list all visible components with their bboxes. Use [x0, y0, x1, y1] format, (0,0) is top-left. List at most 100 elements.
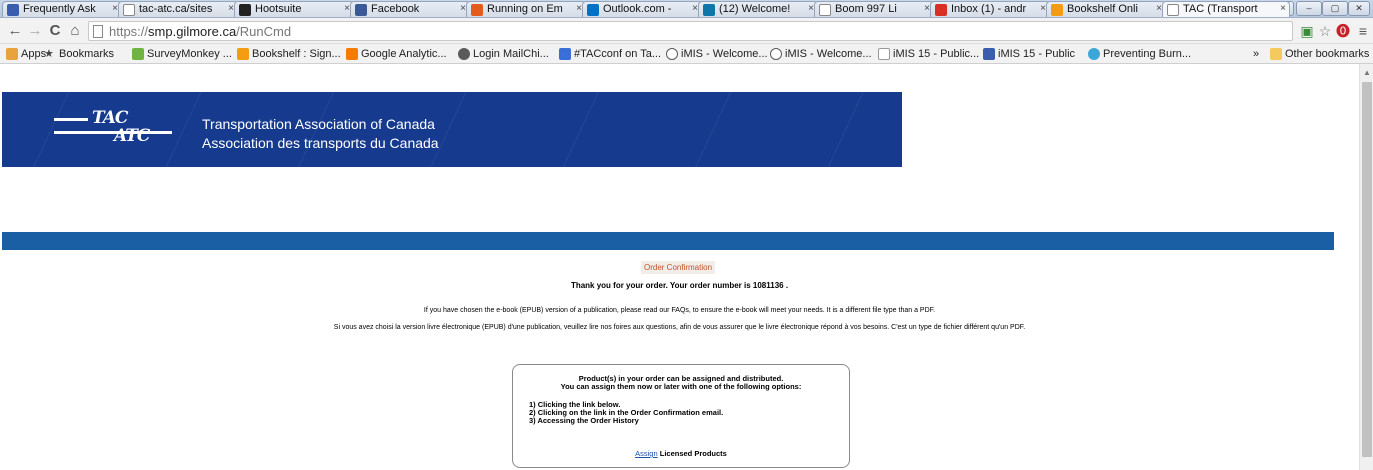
browser-tab[interactable]: (12) Welcome! ×	[698, 1, 818, 17]
tab-title: Frequently Ask	[23, 3, 96, 15]
tab-title: Boom 997 Li	[835, 3, 897, 15]
logo-line	[54, 118, 88, 121]
bookmark-item[interactable]: iMIS - Welcome...	[666, 47, 768, 61]
tac-atc-logo[interactable]: TAC ATC	[54, 108, 174, 146]
org-name-fr: Association des transports du Canada	[202, 135, 439, 151]
tab-favicon-icon	[1051, 4, 1063, 16]
bookmark-label: #TACconf on Ta...	[574, 48, 662, 60]
forward-arrow-icon[interactable]: →	[26, 22, 44, 40]
back-arrow-icon[interactable]: ←	[6, 22, 24, 40]
bookmark-label: iMIS - Welcome...	[785, 48, 872, 60]
assign-footer: Assign Licensed Products	[513, 449, 849, 458]
bookmark-label: Preventing Burn...	[1103, 48, 1192, 60]
url-host: smp.gilmore.ca	[148, 24, 237, 39]
browser-tab[interactable]: Boom 997 Li ×	[814, 1, 934, 17]
tab-title: Running on Em	[487, 3, 563, 15]
mailchimp-icon	[458, 48, 470, 60]
bookmarks-overflow-chevron-icon[interactable]: »	[1253, 47, 1259, 61]
navigation-bar	[2, 232, 1334, 250]
reload-icon[interactable]: C	[46, 22, 64, 40]
bookmark-label: Bookshelf : Sign...	[252, 48, 341, 60]
bookmark-label: Apps	[21, 48, 47, 60]
extension-icon[interactable]: ▣	[1298, 22, 1316, 40]
tab-title: tac-atc.ca/sites	[139, 3, 213, 15]
close-window-icon[interactable]: ✕	[1348, 1, 1370, 16]
bookmarks-bar: Apps ★ Bookmarks SurveyMonkey ... Bookshe…	[0, 44, 1373, 64]
assign-option: 3) Accessing the Order History	[529, 416, 639, 425]
tagboard-icon	[559, 48, 571, 60]
browser-tab[interactable]: Outlook.com - ×	[582, 1, 702, 17]
tab-title: Outlook.com -	[603, 3, 672, 15]
apps-grid-icon	[6, 48, 18, 60]
licensed-products-label: Licensed Products	[657, 449, 727, 458]
browser-tab[interactable]: Running on Em ×	[466, 1, 586, 17]
minimize-icon[interactable]: –	[1296, 1, 1322, 16]
bookmark-item[interactable]: Login MailChi...	[458, 47, 549, 61]
maximize-icon[interactable]: ▢	[1322, 1, 1348, 16]
bookshelf-icon	[237, 48, 249, 60]
bookmark-item[interactable]: iMIS 15 - Public...	[878, 47, 979, 61]
tab-favicon-icon	[703, 4, 715, 16]
tab-title: Hootsuite	[255, 3, 302, 15]
tab-title: Inbox (1) - andr	[951, 3, 1027, 15]
bookmark-item[interactable]: iMIS - Welcome...	[770, 47, 872, 61]
browser-tab[interactable]: Frequently Ask ×	[2, 1, 122, 17]
browser-tab[interactable]: tac-atc.ca/sites ×	[118, 1, 238, 17]
browser-tab[interactable]: Bookshelf Onli ×	[1046, 1, 1166, 17]
surveymonkey-icon	[132, 48, 144, 60]
star-icon: ★	[44, 48, 54, 60]
pinterest-icon[interactable]: ⓿	[1334, 22, 1352, 40]
epub-notice-fr: Si vous avez choisi la version livre éle…	[333, 324, 1026, 331]
page-icon	[93, 25, 103, 38]
bookmark-item[interactable]: SurveyMonkey ...	[132, 47, 232, 61]
tab-favicon-icon	[1167, 4, 1179, 16]
bookmark-label: Other bookmarks	[1285, 48, 1370, 60]
bookmark-item[interactable]: Google Analytic...	[346, 47, 447, 61]
browser-tab[interactable]: Hootsuite ×	[234, 1, 354, 17]
scroll-up-arrow-icon[interactable]: ▲	[1363, 68, 1371, 77]
bookmark-item[interactable]: iMIS 15 - Public	[983, 47, 1075, 61]
browser-tab[interactable]: Facebook ×	[350, 1, 470, 17]
bookmark-apps[interactable]: Apps	[6, 47, 46, 61]
bookmark-label: SurveyMonkey ...	[147, 48, 232, 60]
address-bar[interactable]: https://smp.gilmore.ca/RunCmd	[88, 21, 1293, 41]
assign-box-heading-line2: You can assign them now or later with on…	[560, 382, 802, 391]
bookmark-label: iMIS - Welcome...	[681, 48, 768, 60]
menu-icon[interactable]: ≡	[1354, 22, 1372, 40]
assign-link[interactable]: Assign	[635, 449, 658, 458]
other-bookmarks[interactable]: Other bookmarks	[1270, 47, 1369, 61]
page-scrollbar[interactable]: ▲	[1359, 64, 1373, 470]
bookmark-item[interactable]: ★ Bookmarks	[44, 47, 114, 61]
imis-icon	[770, 48, 782, 60]
tab-favicon-icon	[587, 4, 599, 16]
home-icon[interactable]: ⌂	[66, 22, 84, 40]
bookmark-item[interactable]: Preventing Burn...	[1088, 47, 1191, 61]
browser-tab-active[interactable]: TAC (Transport ×	[1162, 1, 1290, 17]
bookmark-label: Google Analytic...	[361, 48, 447, 60]
bookmark-item[interactable]: #TACconf on Ta...	[559, 47, 661, 61]
logo-wordmark-bottom: ATC	[114, 126, 150, 146]
url-path: /RunCmd	[236, 24, 292, 39]
assign-products-box: Product(s) in your order can be assigned…	[512, 364, 850, 468]
bookmark-label: iMIS 15 - Public...	[893, 48, 980, 60]
bookmark-item[interactable]: Bookshelf : Sign...	[237, 47, 341, 61]
imis-public-icon	[983, 48, 995, 60]
close-tab-icon[interactable]: ×	[1280, 3, 1286, 14]
star-bookmark-icon[interactable]: ☆	[1316, 22, 1334, 40]
logo-line	[54, 131, 172, 134]
org-name-en: Transportation Association of Canada	[202, 116, 435, 132]
site-header-banner: TAC ATC Transportation Association of Ca…	[2, 92, 902, 167]
tab-title: TAC (Transport	[1183, 3, 1258, 15]
order-thanks-message: Thank you for your order. Your order num…	[570, 281, 789, 290]
folder-icon	[1270, 48, 1282, 60]
bookmark-label: Bookmarks	[59, 48, 115, 60]
tab-favicon-icon	[355, 4, 367, 16]
page-icon	[878, 48, 890, 60]
tab-title: Facebook	[371, 3, 420, 15]
browser-tab[interactable]: Inbox (1) - andr ×	[930, 1, 1050, 17]
tab-favicon-icon	[239, 4, 251, 16]
browser-toolbar: ← → C ⌂ https://smp.gilmore.ca/RunCmd ▣ …	[0, 18, 1373, 44]
scrollbar-thumb[interactable]	[1362, 82, 1372, 457]
address-url[interactable]: https://smp.gilmore.ca/RunCmd	[109, 24, 291, 39]
logo-wordmark-top: TAC	[92, 108, 128, 128]
